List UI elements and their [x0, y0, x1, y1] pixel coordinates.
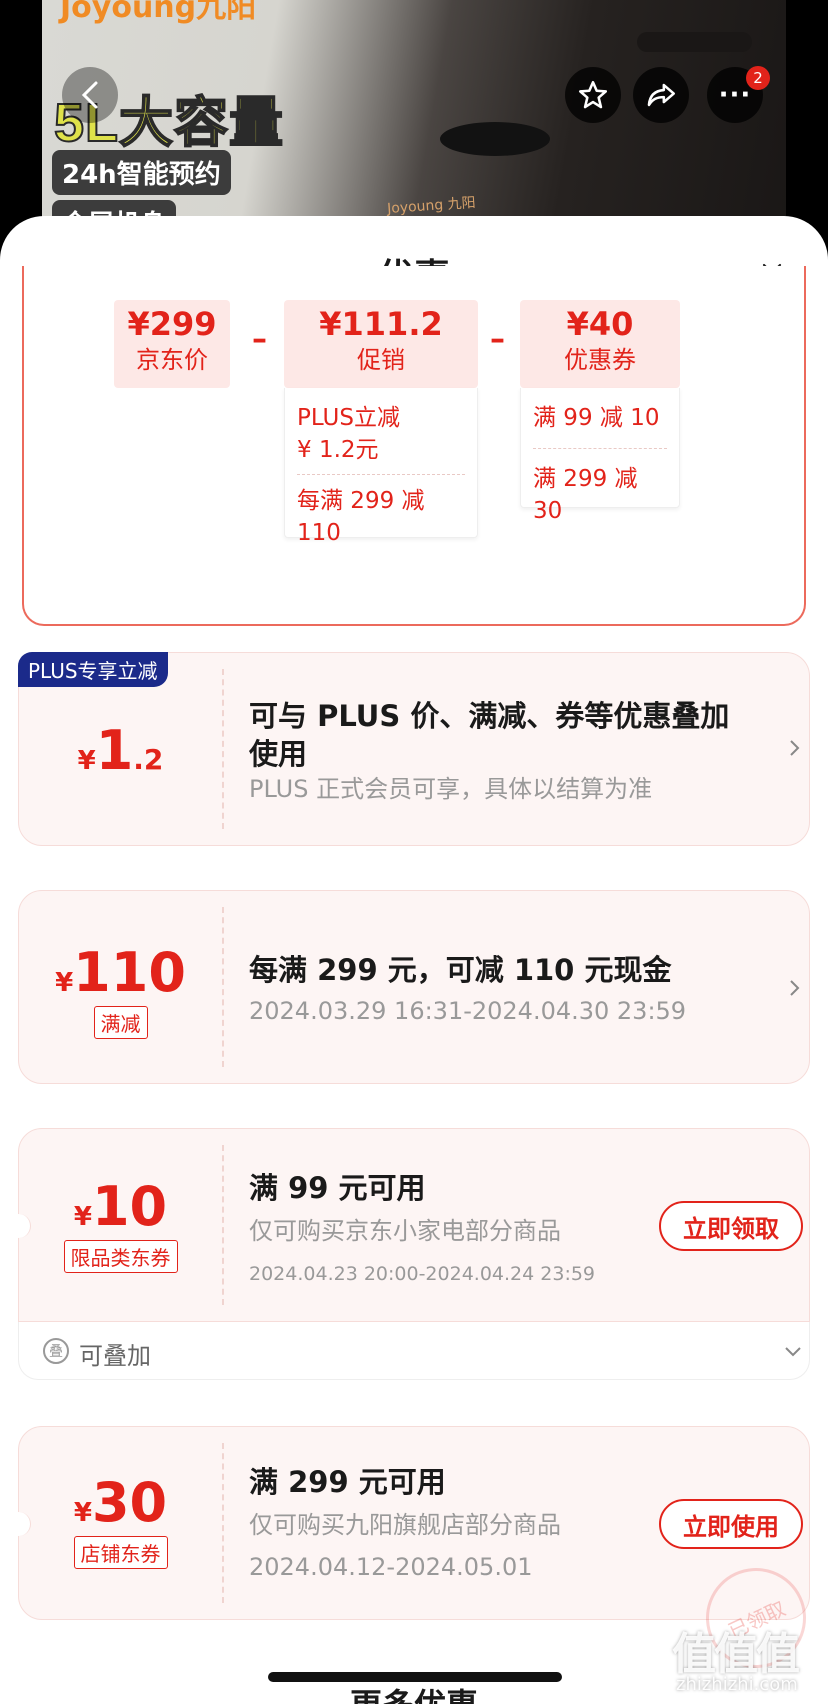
- coupon-total-value: ¥40: [566, 305, 634, 343]
- watermark-logo: 值值值: [672, 1629, 800, 1680]
- watermark-url: zhizhizhi.com: [676, 1674, 798, 1695]
- minus-sign: –: [490, 322, 505, 357]
- price-breakdown: ¥299 京东价 – ¥111.2 促销 PLUS立减 ¥ 1.2元 每满 29…: [22, 266, 806, 626]
- more-dots-icon: ···: [718, 80, 752, 110]
- favorite-button[interactable]: [565, 67, 621, 123]
- plus-discount-card[interactable]: PLUS专享立减 ¥1.2 可与 PLUS 价、满减、券等优惠叠加 使用 PLU…: [18, 652, 810, 846]
- discount-amount: ¥10 限品类东券: [19, 1175, 222, 1273]
- coupon-title-line: 可与 PLUS 价、满减、券等优惠叠加: [249, 699, 730, 733]
- discount-amount: ¥1.2: [19, 719, 222, 782]
- plus-exclusive-flag: PLUS专享立减: [18, 652, 168, 687]
- stackable-toggle[interactable]: 叠 可叠加: [18, 1322, 810, 1380]
- amount-integer: 30: [91, 1471, 168, 1534]
- stack-icon: 叠: [43, 1338, 69, 1364]
- use-coupon-button[interactable]: 立即使用: [659, 1499, 803, 1549]
- coupon-details: 满 99 减 10 满 299 减 30: [520, 388, 680, 524]
- type-tag: 限品类东券: [63, 1240, 178, 1273]
- discount-amount: ¥110 满减: [19, 941, 222, 1039]
- coupon-detail-line: 满 299 减 30: [533, 466, 638, 524]
- cooker-vent: [637, 32, 752, 52]
- coupon-title: 可与 PLUS 价、满减、券等优惠叠加 使用: [249, 697, 729, 773]
- jd-price-value: ¥299: [127, 305, 217, 343]
- back-button[interactable]: [62, 67, 118, 123]
- coupon-validity: 2024.03.29 16:31-2024.04.30 23:59: [249, 997, 687, 1025]
- chevron-down-icon: [785, 1347, 801, 1357]
- coupon-total-box: ¥40 优惠券: [520, 300, 680, 388]
- product-logo: Joyoung 九阳: [386, 194, 477, 218]
- coupon-title: 满 299 元可用: [249, 1465, 446, 1499]
- promo-detail-line: ¥ 1.2元: [297, 437, 379, 463]
- share-button[interactable]: [633, 67, 689, 123]
- claim-coupon-button[interactable]: 立即领取: [659, 1201, 803, 1251]
- promo-box: ¥111.2 促销: [284, 300, 478, 388]
- amount-integer: 110: [73, 941, 186, 1004]
- brand-logo: Joyoung九阳: [60, 0, 257, 25]
- coupon-scope: 仅可购买京东小家电部分商品: [249, 1217, 561, 1245]
- share-icon: [647, 83, 676, 107]
- amount-integer: 10: [91, 1175, 168, 1238]
- chevron-left-icon: [81, 81, 98, 109]
- chevron-right-icon: [790, 980, 800, 996]
- notification-badge: 2: [746, 66, 770, 90]
- currency-symbol: ¥: [77, 746, 96, 776]
- coupon-title: 每满 299 元，可减 110 元现金: [249, 953, 672, 987]
- coupon-validity: 2024.04.12-2024.05.01: [249, 1553, 533, 1581]
- cooker-button: [440, 122, 550, 156]
- jd-price-label: 京东价: [136, 346, 208, 374]
- minus-sign: –: [252, 322, 267, 357]
- coupon-title-line: 使用: [249, 737, 308, 771]
- store-coupon-card: ¥30 店铺东券 满 299 元可用 仅可购买九阳旗舰店部分商品 2024.04…: [7, 1426, 810, 1620]
- chevron-right-icon: [790, 740, 800, 756]
- coupon-title: 满 99 元可用: [249, 1171, 426, 1205]
- currency-symbol: ¥: [73, 1202, 92, 1232]
- amount-integer: 1: [95, 719, 134, 782]
- feature-tag: 24h智能预约: [52, 150, 231, 195]
- coupon-scope: 仅可购买九阳旗舰店部分商品: [249, 1511, 561, 1539]
- jd-price-box: ¥299 京东价: [114, 300, 230, 388]
- coupon-subtitle: PLUS 正式会员可享，具体以结算为准: [249, 775, 653, 803]
- home-indicator[interactable]: [268, 1672, 562, 1682]
- full-reduction-card[interactable]: ¥110 满减 每满 299 元，可减 110 元现金 2024.03.29 1…: [18, 890, 810, 1084]
- amount-decimal: .2: [133, 743, 164, 776]
- coupon-total-label: 优惠券: [564, 346, 636, 374]
- promo-detail-line: PLUS立减: [297, 405, 400, 431]
- coupon-validity: 2024.04.23 20:00-2024.04.24 23:59: [249, 1263, 596, 1285]
- promo-label: 促销: [357, 346, 405, 374]
- promo-detail-line: 每满 299 减 110: [297, 488, 425, 546]
- category-coupon-card: ¥10 限品类东券 满 99 元可用 仅可购买京东小家电部分商品 2024.04…: [7, 1128, 810, 1322]
- type-tag: 店铺东券: [73, 1536, 168, 1569]
- discount-amount: ¥30 店铺东券: [19, 1471, 222, 1569]
- currency-symbol: ¥: [73, 1498, 92, 1528]
- discount-sheet: 优惠 ¥299 京东价 – ¥111.2 促销 PLUS立减 ¥ 1.2元 每满…: [0, 216, 828, 1704]
- stackable-label: 可叠加: [79, 1342, 151, 1370]
- promo-value: ¥111.2: [319, 305, 443, 343]
- coupon-detail-line: 满 99 减 10: [533, 405, 660, 431]
- type-tag: 满减: [93, 1006, 148, 1039]
- currency-symbol: ¥: [55, 968, 74, 998]
- star-icon: [578, 80, 608, 109]
- promo-details: PLUS立减 ¥ 1.2元 每满 299 减 110: [284, 388, 478, 546]
